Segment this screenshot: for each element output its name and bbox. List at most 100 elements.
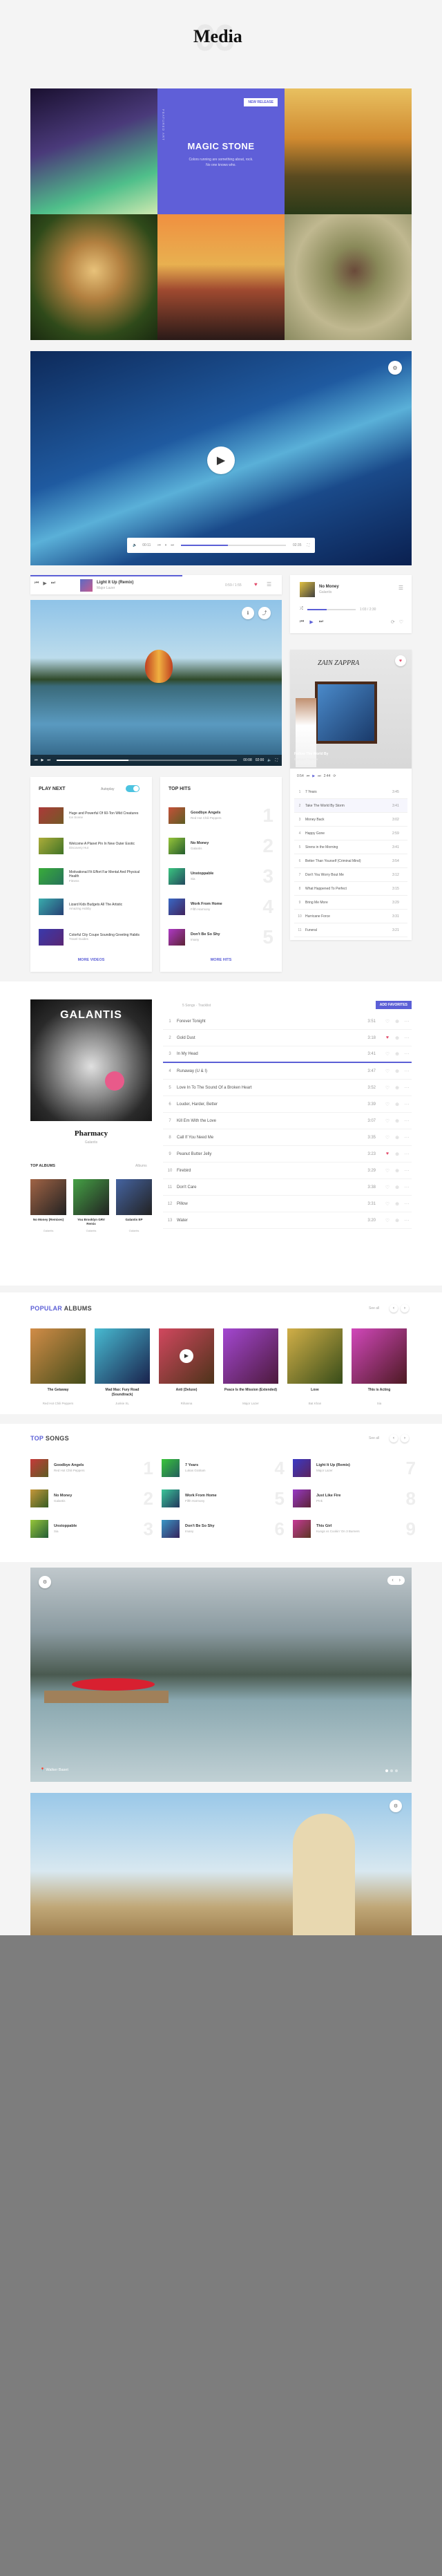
top-song-item[interactable]: Work From Home Fifth Harmony 5 bbox=[162, 1486, 285, 1511]
next-icon[interactable]: ⏭ bbox=[319, 619, 323, 625]
play-next-item[interactable]: Huge and Powerful Of 60-Ton Wild Creatur… bbox=[39, 802, 144, 829]
top-songs-see-all[interactable]: See all bbox=[369, 1436, 379, 1440]
prev-icon[interactable]: ⏮ bbox=[307, 774, 310, 778]
dot[interactable] bbox=[390, 1769, 393, 1772]
more-icon[interactable]: ⋯ bbox=[402, 1201, 412, 1207]
play-icon[interactable]: ▶ bbox=[41, 758, 44, 762]
photo-settings-icon[interactable]: ⚙ bbox=[39, 1576, 51, 1588]
heart-icon[interactable]: ♡ bbox=[383, 1069, 392, 1074]
heart-icon[interactable]: ♡ bbox=[383, 1218, 392, 1223]
prev-arrow-icon[interactable]: ‹ bbox=[390, 1434, 398, 1442]
add-icon[interactable]: ⊕ bbox=[392, 1185, 402, 1190]
autoplay-toggle[interactable] bbox=[126, 785, 140, 792]
fullscreen-icon[interactable]: ⛶ bbox=[307, 543, 309, 547]
track-row[interactable]: 2 Take The World By Storm 3:41 bbox=[294, 799, 407, 813]
more-icon[interactable]: ⋯ bbox=[402, 1168, 412, 1174]
album-cover[interactable]: GALANTIS bbox=[30, 999, 152, 1121]
top-song-item[interactable]: Light It Up (Remix) Major Lazer 7 bbox=[293, 1456, 416, 1480]
play-next-item[interactable]: Welcome A Planet Pin In New Outer Exotic… bbox=[39, 832, 144, 860]
top-song-item[interactable]: 7 Years Lukas Graham 4 bbox=[162, 1456, 285, 1480]
volume-icon[interactable]: 🔈 bbox=[133, 543, 137, 547]
mini-album-cover[interactable] bbox=[116, 1179, 152, 1215]
next-icon[interactable]: ⏭ bbox=[47, 758, 50, 762]
add-icon[interactable]: ⊕ bbox=[392, 1218, 402, 1223]
track-row[interactable]: 6 Better Than Yourself (Criminal Mind) 3:5… bbox=[294, 854, 407, 868]
popular-album-cover[interactable] bbox=[30, 1328, 86, 1384]
heart-icon[interactable]: ♡ bbox=[383, 1118, 392, 1124]
top-song-item[interactable]: Just Like Fire P!nk 8 bbox=[293, 1486, 416, 1511]
play-icon[interactable]: ▶ bbox=[312, 774, 315, 778]
fullscreen-icon[interactable]: ⛶ bbox=[275, 758, 278, 762]
queue-row[interactable]: 4 Runaway (U & I) 3:47 ♡ ⊕ ⋯ bbox=[163, 1063, 412, 1080]
play-next-item[interactable]: Motivational Fit Effort Far Mental And P… bbox=[39, 863, 144, 890]
popular-album-cover[interactable] bbox=[223, 1328, 278, 1384]
more-icon[interactable]: ⋯ bbox=[402, 1102, 412, 1107]
heart-icon[interactable]: ♡ bbox=[383, 1085, 392, 1091]
queue-row[interactable]: 8 Call If You Need Me 3:35 ♡ ⊕ ⋯ bbox=[163, 1129, 412, 1146]
playlist-icon[interactable]: ☰ bbox=[267, 581, 271, 587]
add-icon[interactable]: ⊕ bbox=[392, 1201, 402, 1207]
repeat-icon[interactable]: ⟳ bbox=[391, 619, 395, 625]
track-row[interactable]: 11 Funeral 3:21 bbox=[294, 923, 407, 937]
track-row[interactable]: 5 Sirens in the Morning 3:41 bbox=[294, 840, 407, 854]
popular-albums-see-all[interactable]: See all bbox=[369, 1306, 379, 1310]
prev-icon[interactable]: ⏮ bbox=[300, 619, 304, 625]
track-row[interactable]: 9 Bring Me More 3:29 bbox=[294, 896, 407, 910]
more-icon[interactable]: ⋯ bbox=[402, 1085, 412, 1091]
heart-icon[interactable]: ♡ bbox=[383, 1051, 392, 1057]
add-icon[interactable]: ⊕ bbox=[392, 1019, 402, 1024]
more-icon[interactable]: ⋯ bbox=[402, 1185, 412, 1190]
more-videos-link[interactable]: MORE VIDEOS bbox=[30, 958, 152, 962]
queue-row[interactable]: 9 Peanut Butter Jelly 3:23 ♥ ⊕ ⋯ bbox=[163, 1146, 412, 1163]
add-icon[interactable]: ⊕ bbox=[392, 1118, 402, 1124]
queue-row[interactable]: 6 Louder, Harder, Better 3:39 ♡ ⊕ ⋯ bbox=[163, 1096, 412, 1113]
play-next-item[interactable]: Lizard Kids Budgets All The Artistic Amaz… bbox=[39, 893, 144, 921]
more-hits-link[interactable]: MORE HITS bbox=[160, 958, 282, 962]
queue-row[interactable]: 11 Don't Care 3:38 ♡ ⊕ ⋯ bbox=[163, 1179, 412, 1196]
top-hit-item[interactable]: No Money Galantis 2 bbox=[169, 832, 273, 860]
play-next-item[interactable]: Colorful City Coupe Sounding Greeting Ha… bbox=[39, 923, 144, 951]
add-icon[interactable]: ⊕ bbox=[392, 1069, 402, 1074]
add-icon[interactable]: ⊕ bbox=[392, 1135, 402, 1140]
more-icon[interactable]: ⋯ bbox=[402, 1151, 412, 1157]
heart-icon[interactable]: ♡ bbox=[399, 619, 403, 625]
more-icon[interactable]: ⋯ bbox=[402, 1035, 412, 1041]
more-icon[interactable]: ⋯ bbox=[402, 1135, 412, 1140]
heart-icon[interactable]: ♡ bbox=[383, 1135, 392, 1140]
video-play-button[interactable]: ▶ bbox=[207, 446, 235, 474]
top-hit-item[interactable]: Work From Home Fifth Harmony 4 bbox=[169, 893, 273, 921]
video2-seek-bar[interactable] bbox=[56, 760, 238, 761]
popular-album-cover[interactable] bbox=[95, 1328, 150, 1384]
repeat-icon[interactable]: ⟳ bbox=[333, 774, 336, 778]
next-icon[interactable]: ⏭ bbox=[51, 581, 55, 586]
prev-icon[interactable]: ⏮ bbox=[35, 758, 38, 762]
add-icon[interactable]: ⊕ bbox=[392, 1168, 402, 1174]
track-row[interactable]: 3 Money Back 3:02 bbox=[294, 813, 407, 827]
track-row[interactable]: 10 Hurricane Force 3:31 bbox=[294, 910, 407, 923]
queue-row[interactable]: 7 Kill Em With the Love 3:07 ♡ ⊕ ⋯ bbox=[163, 1113, 412, 1129]
heart-icon[interactable]: ♡ bbox=[383, 1168, 392, 1174]
playlist-icon[interactable]: ☰ bbox=[398, 585, 403, 591]
photo-tower[interactable]: ⚙ bbox=[30, 1793, 412, 1935]
top-hit-item[interactable]: Unstoppable Sia 3 bbox=[169, 863, 273, 890]
more-icon[interactable]: ⋯ bbox=[402, 1218, 412, 1223]
photo-settings-icon[interactable]: ⚙ bbox=[390, 1800, 402, 1812]
next-icon[interactable]: ⏭ bbox=[171, 543, 174, 547]
add-icon[interactable]: ⊕ bbox=[392, 1035, 402, 1041]
more-icon[interactable]: ⋯ bbox=[402, 1051, 412, 1057]
top-song-item[interactable]: This Girl Kungs vs Cookin' On 3 Burners 9 bbox=[293, 1516, 416, 1541]
top-hit-item[interactable]: Goodbye Angels Red Hot Chili Peppers 1 bbox=[169, 802, 273, 829]
heart-icon[interactable]: ♡ bbox=[383, 1102, 392, 1107]
track-row[interactable]: 4 Happy Gone 2:59 bbox=[294, 827, 407, 840]
video-player-lake[interactable]: ℹ ⤴ ⏮ ▶ ⏭ 00:08 02:00 🔈 ⛶ bbox=[30, 600, 282, 766]
gallery-image-mushroom[interactable] bbox=[30, 214, 157, 340]
add-icon[interactable]: ⊕ bbox=[392, 1051, 402, 1057]
prev-icon[interactable]: ⏮ bbox=[157, 543, 161, 547]
queue-row[interactable]: 5 Love In To The Sound Of a Broken Heart 3… bbox=[163, 1080, 412, 1096]
heart-icon[interactable]: ♡ bbox=[383, 1185, 392, 1190]
more-icon[interactable]: ⋯ bbox=[402, 1019, 412, 1024]
photo-lake-boat[interactable]: ⚙ ‹ › 📍 Walker Baset bbox=[30, 1568, 412, 1782]
next-icon[interactable]: ⏭ bbox=[318, 774, 321, 778]
video-info-icon[interactable]: ℹ bbox=[242, 607, 254, 619]
video-share-icon[interactable]: ⤴ bbox=[258, 607, 271, 619]
